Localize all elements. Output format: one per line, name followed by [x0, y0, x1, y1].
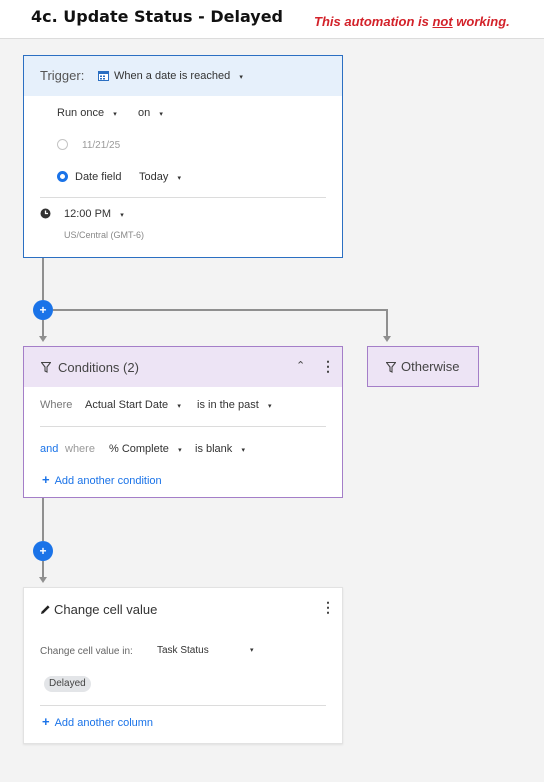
on-select[interactable]: on ▾ — [138, 107, 163, 119]
more-options-icon[interactable]: ⋮ — [321, 358, 335, 375]
pencil-icon — [41, 605, 50, 614]
trigger-label: Trigger: — [40, 68, 85, 83]
connector-line — [53, 309, 388, 311]
change-cell-label: Change cell value in: — [40, 646, 133, 657]
dropdown-caret-icon: ▾ — [239, 74, 243, 81]
calendar-icon — [98, 71, 109, 81]
date-field-radio[interactable] — [57, 171, 68, 182]
otherwise-label: Otherwise — [401, 359, 460, 374]
condition-operator-select[interactable]: is in the past ▾ — [197, 399, 271, 411]
dropdown-caret-icon: ▾ — [267, 403, 272, 410]
condition-field-select[interactable]: Actual Start Date ▾ — [85, 399, 181, 411]
add-condition-link[interactable]: + Add another condition — [42, 472, 162, 487]
add-step-button[interactable]: + — [33, 300, 53, 320]
add-column-link[interactable]: + Add another column — [42, 714, 153, 729]
divider — [40, 426, 326, 427]
plus-icon: + — [42, 714, 50, 729]
arrow-down-icon — [39, 336, 47, 342]
otherwise-card[interactable]: Otherwise — [367, 346, 479, 387]
trigger-card[interactable]: Trigger: When a date is reached ▾ Run on… — [23, 55, 343, 258]
cell-value-pill[interactable]: Delayed — [44, 676, 91, 692]
condition-field-select[interactable]: % Complete ▾ — [109, 443, 182, 455]
divider — [40, 197, 326, 198]
connector-line — [42, 498, 44, 541]
connector-line — [42, 320, 44, 336]
page-title: 4c. Update Status - Delayed — [31, 7, 283, 26]
specific-date-radio[interactable] — [57, 139, 68, 150]
time-select[interactable]: 12:00 PM ▾ — [64, 208, 124, 220]
plus-icon: + — [42, 472, 50, 487]
condition-prefix: Where — [40, 399, 73, 411]
warning-note: This automation is not working. — [314, 14, 510, 29]
dropdown-caret-icon: ▾ — [177, 403, 181, 410]
connector-line — [386, 309, 388, 336]
clock-icon — [40, 208, 51, 219]
arrow-down-icon — [39, 577, 47, 583]
conditions-card[interactable]: Conditions (2) ⌃ ⋮ Where Actual Start Da… — [23, 346, 343, 498]
trigger-type-select[interactable]: When a date is reached ▾ — [114, 70, 243, 82]
more-options-icon[interactable]: ⋮ — [321, 599, 335, 616]
connector-line — [42, 561, 44, 577]
conditions-header: Conditions (2) ⌃ ⋮ — [24, 347, 342, 387]
date-field-label: Date field — [75, 171, 122, 183]
action-card[interactable]: Change cell value ⋮ Change cell value in… — [23, 587, 343, 744]
timezone-label: US/Central (GMT-6) — [64, 230, 145, 240]
collapse-chevron-icon[interactable]: ⌃ — [296, 359, 305, 372]
divider — [40, 705, 326, 706]
condition-conjunction[interactable]: and — [40, 443, 58, 455]
dropdown-caret-icon: ▾ — [241, 447, 245, 454]
condition-operator-select[interactable]: is blank ▾ — [195, 443, 245, 455]
trigger-header: Trigger: When a date is reached ▾ — [24, 56, 342, 96]
dropdown-caret-icon: ▾ — [120, 212, 124, 219]
column-select[interactable]: Task Status — [157, 645, 209, 656]
filter-icon — [386, 362, 396, 373]
arrow-down-icon — [383, 336, 391, 342]
conditions-title: Conditions (2) — [58, 360, 139, 375]
dropdown-caret-icon: ▾ — [178, 447, 182, 454]
filter-icon — [41, 362, 51, 373]
connector-line — [42, 258, 44, 300]
date-field-select[interactable]: Today ▾ — [139, 171, 181, 183]
header-bar: 4c. Update Status - Delayed This automat… — [0, 0, 544, 39]
dropdown-caret-icon: ▾ — [159, 111, 163, 118]
dropdown-caret-icon[interactable]: ▾ — [250, 646, 254, 654]
specific-date-value: 11/21/25 — [82, 140, 121, 151]
frequency-select[interactable]: Run once ▾ — [57, 107, 117, 119]
dropdown-caret-icon: ▾ — [177, 175, 182, 182]
dropdown-caret-icon: ▾ — [113, 111, 117, 118]
action-title: Change cell value — [54, 602, 158, 617]
condition-prefix: where — [65, 443, 95, 455]
add-step-button[interactable]: + — [33, 541, 53, 561]
